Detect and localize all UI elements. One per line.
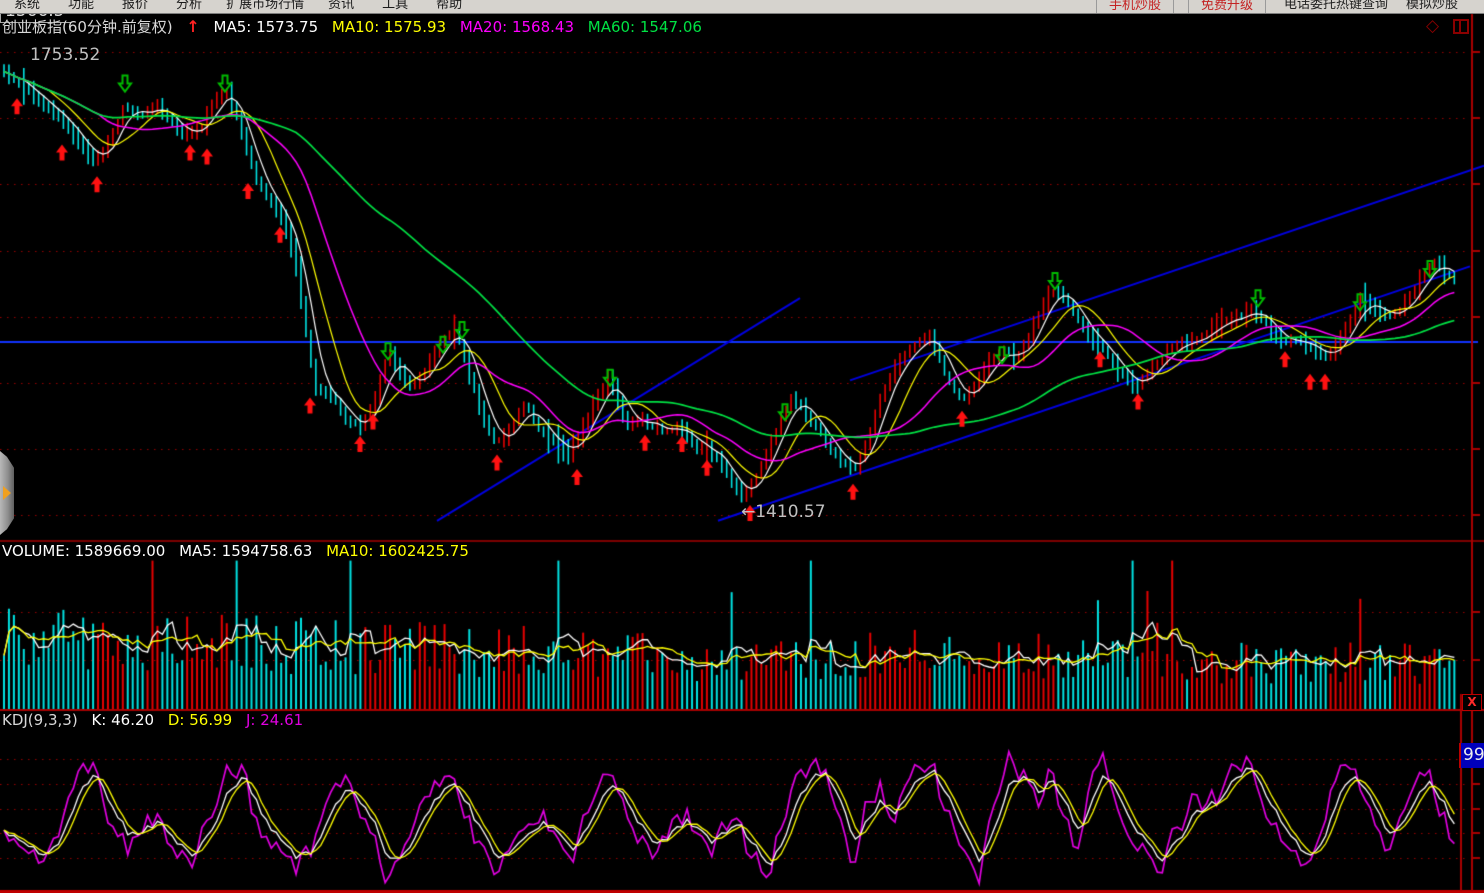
kdj-j-value: J: 24.61 [246, 711, 303, 729]
kdj-pane[interactable] [0, 710, 1484, 892]
up-arrow-icon: ↑ [186, 17, 199, 36]
volume-header: VOLUME: 1589669.00 MA5: 1594758.63 MA10:… [2, 542, 478, 560]
menu-item-news[interactable]: 资讯 [314, 0, 368, 12]
menu-button-red-2[interactable]: 免费升级 [1188, 0, 1266, 13]
menu-bar: 系统 功能 报价 分析 扩展市场行情 资讯 工具 帮助 手机炒股 免费升级 电话… [0, 0, 1484, 14]
diamond-icon[interactable]: ◇ [1426, 16, 1439, 36]
kdj-d-value: D: 56.99 [168, 711, 232, 729]
volume-ma10-value: MA10: 1602425.75 [326, 542, 469, 560]
menu-item-system[interactable]: 系统 [0, 0, 54, 12]
ma20-value: MA20: 1568.43 [460, 18, 574, 36]
volume-value: VOLUME: 1589669.00 [2, 542, 165, 560]
menu-button-red-1[interactable]: 手机炒股 [1096, 0, 1174, 13]
menu-item-quotes[interactable]: 报价 [108, 0, 162, 12]
app-window: 系统 功能 报价 分析 扩展市场行情 资讯 工具 帮助 手机炒股 免费升级 电话… [0, 0, 1484, 893]
ma5-value: MA5: 1573.75 [214, 18, 319, 36]
ma10-value: MA10: 1575.93 [332, 18, 446, 36]
menu-right-text[interactable]: 电话委托热键查询 [1284, 0, 1388, 12]
menu-item-tools[interactable]: 工具 [368, 0, 422, 12]
expand-arrow-icon [3, 486, 11, 500]
main-chart-pane[interactable] [0, 14, 1484, 541]
menu-right-text-2[interactable]: 模拟炒股 [1406, 0, 1458, 12]
kdj-k-value: K: 46.20 [91, 711, 154, 729]
volume-ma5-value: MA5: 1594758.63 [179, 542, 312, 560]
kdj-scale-badge: 99 [1459, 743, 1484, 768]
high-price-label: 1753.52 [30, 45, 100, 65]
main-chart-header: 创业板指(60分钟.前复权) ↑ MA5: 1573.75 MA10: 1575… [2, 16, 711, 37]
chart-title: 创业板指(60分钟.前复权) [2, 18, 173, 36]
indicator-close-button[interactable]: X [1462, 694, 1482, 711]
window-split-icon[interactable] [1453, 19, 1469, 34]
ma60-value: MA60: 1547.06 [588, 18, 702, 36]
menu-item-help[interactable]: 帮助 [422, 0, 476, 12]
menu-item-function[interactable]: 功能 [54, 0, 108, 12]
menu-item-extended-market[interactable]: 扩展市场行情 [216, 0, 314, 12]
low-price-label: ←1410.57 [741, 502, 826, 522]
menu-item-analysis[interactable]: 分析 [162, 0, 216, 12]
kdj-params: KDJ(9,3,3) [2, 711, 78, 729]
volume-pane[interactable] [0, 541, 1484, 710]
window-split-bar [1459, 21, 1461, 32]
kdj-header: KDJ(9,3,3) K: 46.20 D: 56.99 J: 24.61 [2, 711, 312, 729]
